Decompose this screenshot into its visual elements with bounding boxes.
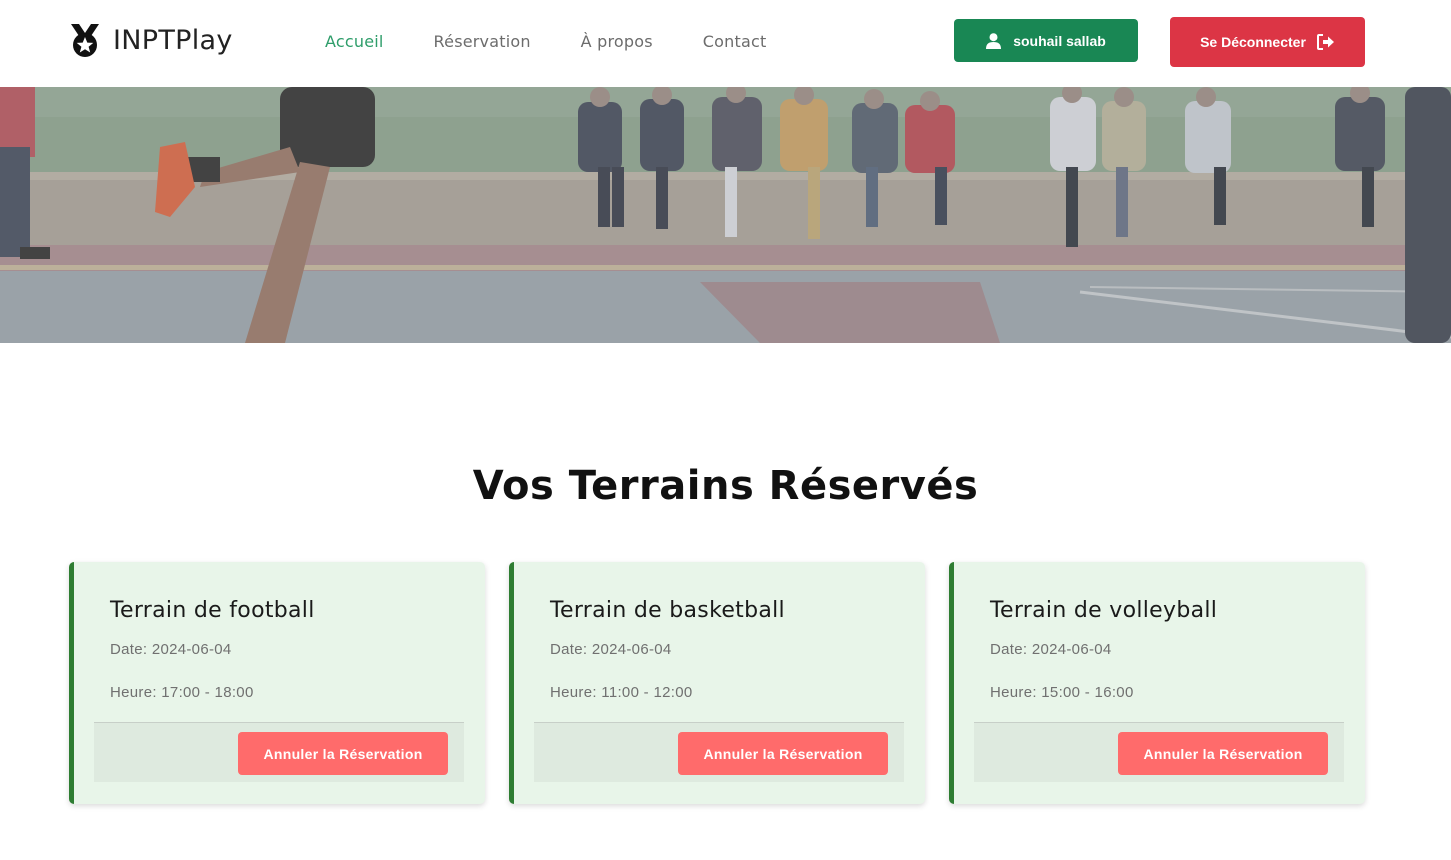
cancel-reservation-button[interactable]: Annuler la Réservation [678,732,888,775]
brand-name: INPTPlay [113,24,233,56]
card-footer: Annuler la Réservation [94,722,464,782]
card-footer: Annuler la Réservation [974,722,1344,782]
nav-item-a-propos[interactable]: À propos [581,32,653,51]
sign-out-icon [1316,34,1334,50]
card-title: Terrain de volleyball [990,598,1218,623]
user-name: souhail sallab [1013,32,1106,49]
card-time: Heure: 11:00 - 12:00 [550,684,693,701]
cancel-reservation-button[interactable]: Annuler la Réservation [1118,732,1328,775]
reservation-card: Terrain de football Date: 2024-06-04 Heu… [69,562,485,804]
card-time: Heure: 15:00 - 16:00 [990,684,1134,701]
medal-icon [71,24,99,57]
user-icon [986,32,1002,49]
nav-item-contact[interactable]: Contact [703,32,767,51]
card-title: Terrain de basketball [550,598,785,623]
hero-overlay [0,87,1451,343]
logout-label: Se Déconnecter [1200,34,1306,50]
card-date: Date: 2024-06-04 [550,641,672,658]
brand[interactable]: INPTPlay [68,22,233,58]
card-time: Heure: 17:00 - 18:00 [110,684,254,701]
user-profile-button[interactable]: souhail sallab [954,19,1138,62]
nav-item-accueil[interactable]: Accueil [325,32,384,51]
reservation-card: Terrain de volleyball Date: 2024-06-04 H… [949,562,1365,804]
main-nav: Accueil Réservation À propos Contact [325,32,816,51]
card-date: Date: 2024-06-04 [110,641,232,658]
reservation-card: Terrain de basketball Date: 2024-06-04 H… [509,562,925,804]
section-title: Vos Terrains Réservés [472,463,979,509]
cancel-reservation-button[interactable]: Annuler la Réservation [238,732,448,775]
card-title: Terrain de football [110,598,315,623]
nav-item-reservation[interactable]: Réservation [434,32,531,51]
card-footer: Annuler la Réservation [534,722,904,782]
hero-banner-image [0,87,1451,343]
logout-button[interactable]: Se Déconnecter [1170,17,1365,67]
card-date: Date: 2024-06-04 [990,641,1112,658]
top-navbar: INPTPlay Accueil Réservation À propos Co… [0,0,1451,87]
